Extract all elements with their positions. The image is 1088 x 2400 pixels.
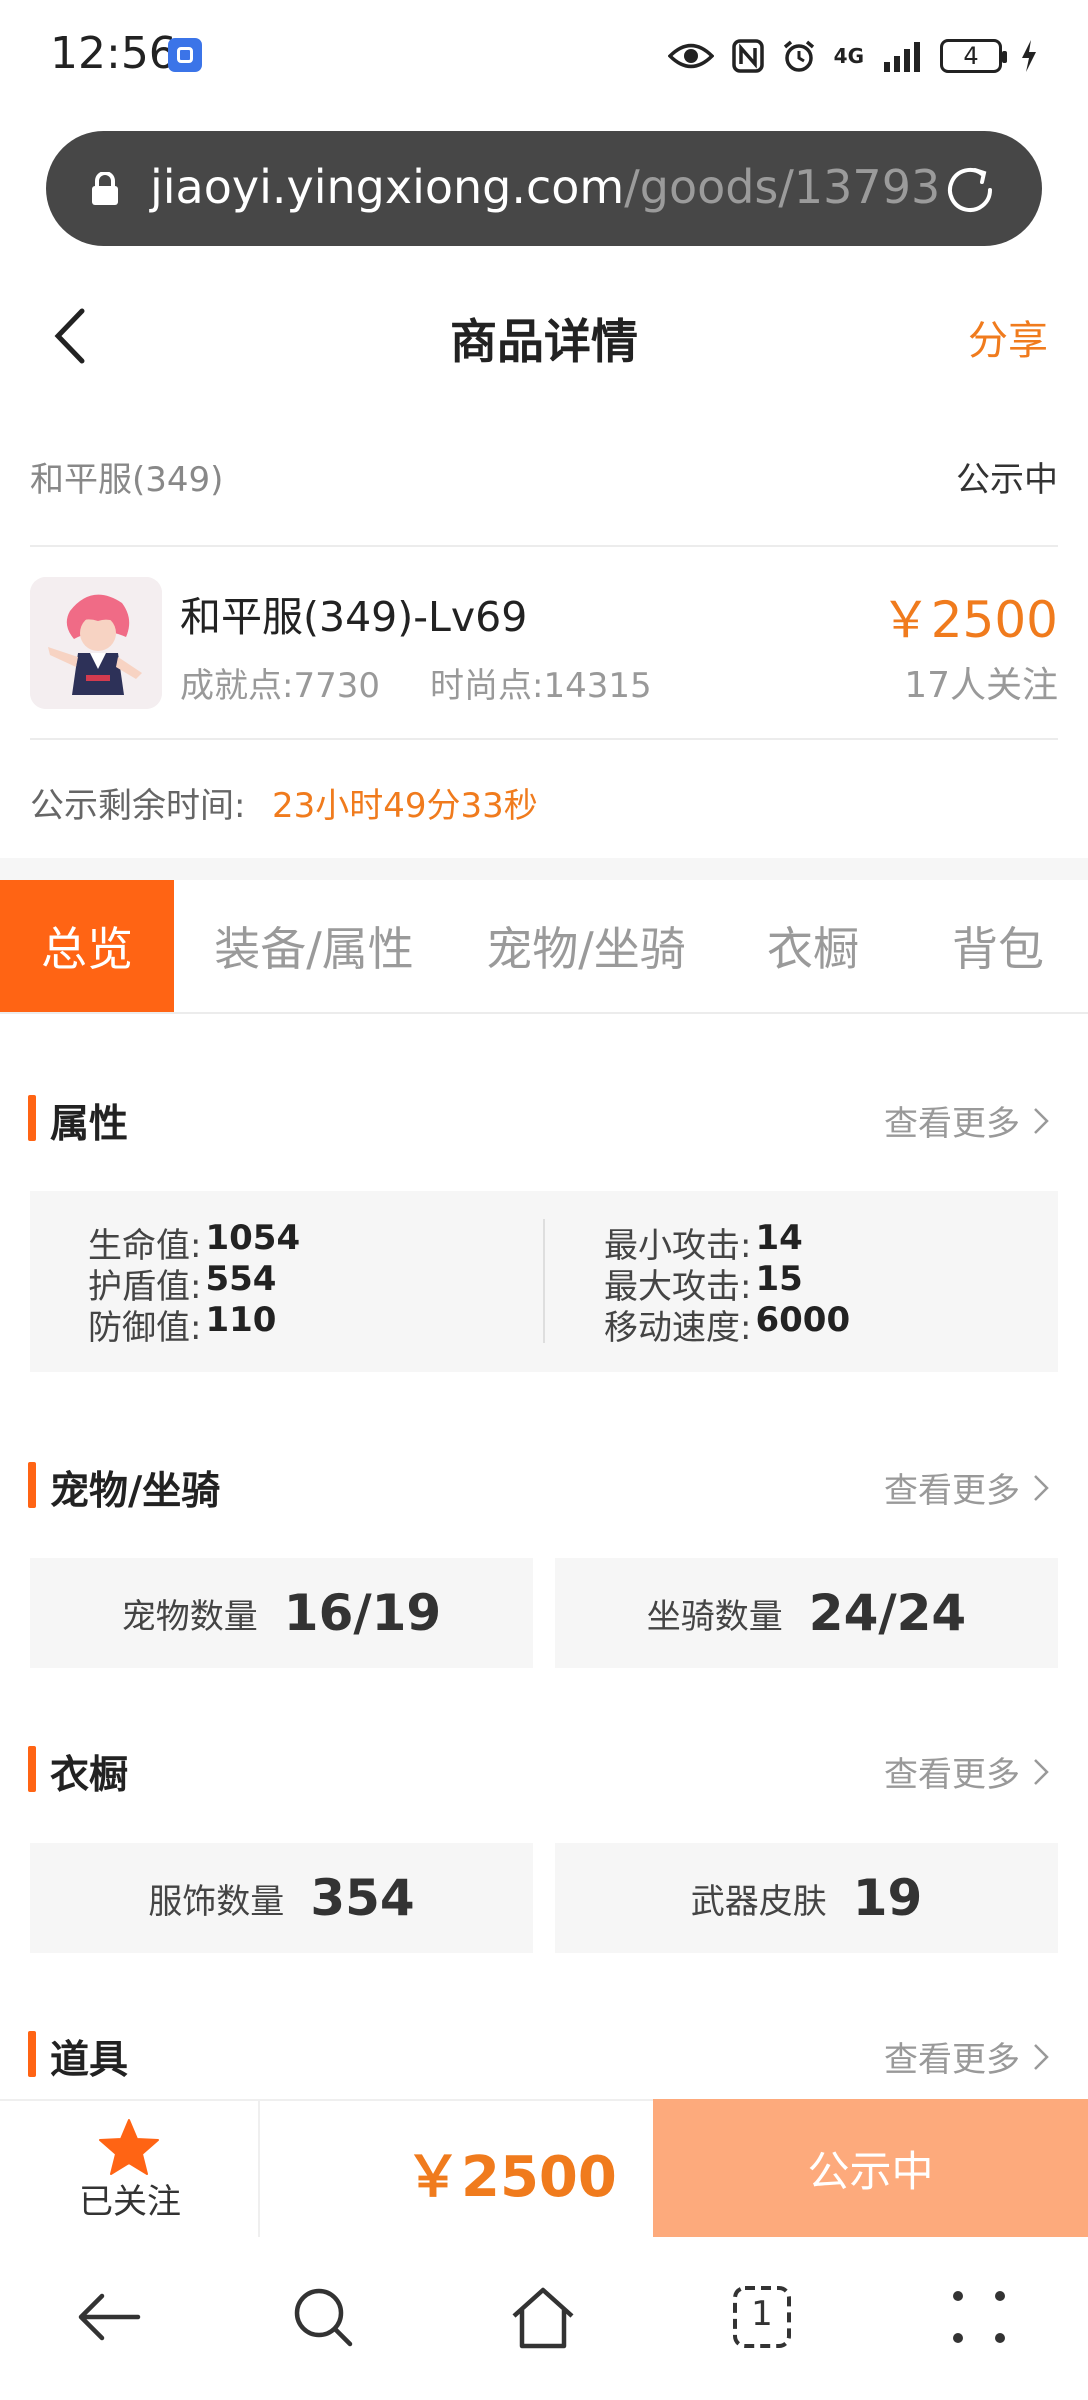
- section-marker: [28, 2031, 36, 2077]
- pet-count-card: 宠物数量 16/19: [30, 1558, 533, 1668]
- mount-count-card: 坐骑数量 24/24: [555, 1558, 1058, 1668]
- character-image: [30, 577, 162, 709]
- product-name: 和平服(349)-Lv69: [180, 593, 528, 641]
- tab-backpack[interactable]: 背包: [908, 880, 1088, 1012]
- card-label: 服饰数量: [148, 1881, 285, 1922]
- attr-label: 移动速度:: [604, 1308, 752, 1348]
- section-title-wardrobe: 衣橱: [50, 1753, 129, 1798]
- attr-value: 6000: [755, 1300, 851, 1340]
- section-title-pets: 宠物/坐骑: [50, 1469, 221, 1514]
- chevron-right-icon: [1034, 2043, 1049, 2070]
- bottom-price: ￥2500: [405, 2145, 617, 2210]
- tabs-button[interactable]: 1: [727, 2282, 797, 2352]
- section-marker: [28, 1746, 36, 1792]
- url-path: /goods/13793: [624, 160, 941, 214]
- status-time: 12:56: [50, 28, 177, 79]
- attr-move-speed: 移动速度: 6000: [604, 1300, 850, 1349]
- url-text[interactable]: jiaoyi.yingxiong.com/goods/13793: [150, 160, 940, 214]
- followers-count: 17人关注: [904, 665, 1058, 706]
- card-label: 武器皮肤: [690, 1881, 827, 1922]
- section-marker: [28, 1462, 36, 1508]
- more-label: 查看更多: [884, 2040, 1020, 2080]
- section-gap: [0, 858, 1088, 880]
- divider: [30, 738, 1058, 740]
- tab-wardrobe[interactable]: 衣橱: [718, 880, 908, 1012]
- card-value: 16/19: [283, 1584, 442, 1642]
- status-icons: 4G 4: [667, 32, 1038, 80]
- attr-label: 防御值:: [88, 1308, 202, 1348]
- tab-equipment[interactable]: 装备/属性: [174, 880, 454, 1012]
- eye-icon: [667, 43, 714, 69]
- card-value: 24/24: [808, 1584, 967, 1642]
- countdown-label: 公示剩余时间:: [30, 786, 246, 826]
- more-icon[interactable]: [944, 2282, 1014, 2352]
- charging-icon: [1022, 40, 1036, 72]
- share-button[interactable]: 分享: [968, 308, 1048, 366]
- home-icon[interactable]: [508, 2282, 578, 2352]
- reload-icon[interactable]: [942, 162, 998, 218]
- section-marker: [28, 1095, 36, 1141]
- more-label: 查看更多: [884, 1755, 1020, 1795]
- public-status: 公示中: [956, 460, 1058, 500]
- alarm-icon: [783, 40, 814, 72]
- search-icon[interactable]: [288, 2282, 358, 2352]
- url-host: jiaoyi.yingxiong.com: [150, 160, 625, 214]
- battery-level: 4: [963, 42, 979, 70]
- battery-icon: 4: [940, 39, 1007, 73]
- buy-button[interactable]: 公示中: [653, 2099, 1088, 2237]
- more-label: 查看更多: [884, 1471, 1020, 1511]
- tab-bar: 总览 装备/属性 宠物/坐骑 衣橱 背包: [0, 880, 1088, 1014]
- nfc-icon: [731, 39, 764, 73]
- achievement-points: 成就点:7730: [180, 666, 380, 706]
- card-label: 宠物数量: [121, 1596, 258, 1637]
- attributes-more-link[interactable]: 查看更多: [884, 1096, 1050, 1145]
- server-name: 和平服(349): [30, 460, 224, 500]
- signal-icon: [884, 42, 920, 72]
- tab-overview[interactable]: 总览: [0, 880, 174, 1012]
- weapon-skin-card: 武器皮肤 19: [555, 1843, 1058, 1953]
- attr-defense: 防御值: 110: [88, 1300, 276, 1349]
- card-label: 坐骑数量: [646, 1596, 783, 1637]
- chevron-right-icon: [1034, 1758, 1049, 1785]
- attr-value: 110: [205, 1300, 277, 1340]
- section-title-items: 道具: [50, 2038, 129, 2083]
- items-more-link[interactable]: 查看更多: [884, 2032, 1050, 2081]
- chevron-right-icon: [1034, 1474, 1049, 1501]
- more-label: 查看更多: [884, 1104, 1020, 1144]
- countdown-value: 23小时49分33秒: [272, 786, 538, 826]
- star-icon[interactable]: [98, 2118, 160, 2176]
- card-value: 19: [852, 1869, 923, 1927]
- app-notification-icon: [168, 38, 202, 72]
- page-title: 商品详情: [450, 315, 638, 370]
- price: ￥2500: [880, 591, 1058, 649]
- card-value: 354: [310, 1869, 415, 1927]
- divider: [30, 545, 1058, 547]
- pets-more-link[interactable]: 查看更多: [884, 1463, 1050, 1512]
- network-type: 4G: [833, 44, 864, 68]
- tab-pets[interactable]: 宠物/坐骑: [454, 880, 718, 1012]
- outfit-count-card: 服饰数量 354: [30, 1843, 533, 1953]
- chevron-right-icon: [1034, 1107, 1049, 1134]
- wardrobe-more-link[interactable]: 查看更多: [884, 1747, 1050, 1796]
- fashion-points: 时尚点:14315: [430, 666, 652, 706]
- lock-icon: [92, 172, 118, 205]
- follow-label: 已关注: [79, 2182, 181, 2222]
- back-icon[interactable]: [74, 2282, 144, 2352]
- character-avatar: [30, 577, 162, 709]
- section-title-attributes: 属性: [50, 1102, 129, 1147]
- tab-count: 1: [751, 2294, 773, 2334]
- attributes-divider: [543, 1219, 545, 1343]
